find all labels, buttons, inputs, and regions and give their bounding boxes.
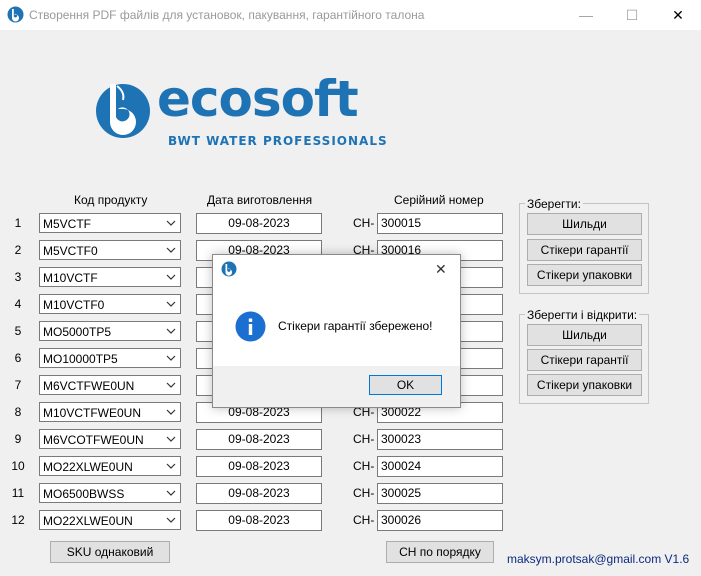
product-code-combobox[interactable]: MO6500BWSS bbox=[39, 483, 181, 503]
chevron-down-icon[interactable] bbox=[166, 380, 176, 390]
save-packaging-stickers-button[interactable]: Стікери упаковки bbox=[527, 264, 642, 286]
dialog-message: Стікери гарантії збережено! bbox=[278, 319, 433, 333]
row-number: 10 bbox=[11, 459, 25, 473]
sku-same-button[interactable]: SKU однаковий bbox=[50, 541, 170, 563]
chevron-down-icon[interactable] bbox=[166, 299, 176, 309]
author-version-label: maksym.protsak@gmail.com V1.6 bbox=[507, 552, 690, 566]
app-icon bbox=[7, 6, 24, 23]
product-code-value: M5VCTF0 bbox=[43, 244, 98, 258]
dialog-close-button[interactable]: ✕ bbox=[435, 261, 447, 278]
row-number: 9 bbox=[14, 432, 22, 446]
product-code-combobox[interactable]: MO10000TP5 bbox=[39, 348, 181, 368]
open-packaging-stickers-button[interactable]: Стікери упаковки bbox=[527, 374, 642, 396]
row-number: 7 bbox=[14, 378, 22, 392]
product-code-combobox[interactable]: M6VCTFWE0UN bbox=[39, 375, 181, 395]
product-code-combobox[interactable]: M10VCTF0 bbox=[39, 294, 181, 314]
product-code-combobox[interactable]: MO5000TP5 bbox=[39, 321, 181, 341]
product-code-value: MO10000TP5 bbox=[43, 352, 118, 366]
serial-number-field[interactable]: 300025 bbox=[377, 483, 503, 504]
serial-number-field[interactable]: 300026 bbox=[377, 510, 503, 531]
product-code-value: M10VCTFWE0UN bbox=[43, 406, 142, 420]
product-code-combobox[interactable]: M5VCTF bbox=[39, 213, 181, 233]
serial-number-field[interactable]: 300023 bbox=[377, 429, 503, 450]
save-group-title: Зберегти: bbox=[525, 197, 583, 211]
chevron-down-icon[interactable] bbox=[166, 353, 176, 363]
manufacture-date-field[interactable]: 09-08-2023 bbox=[196, 510, 322, 531]
serial-prefix-label: CH- bbox=[353, 216, 375, 230]
save-labels-button[interactable]: Шильди bbox=[527, 213, 642, 235]
product-code-value: M10VCTF0 bbox=[43, 298, 105, 312]
row-number: 3 bbox=[14, 270, 22, 284]
minimize-button[interactable]: — bbox=[563, 0, 609, 30]
product-code-value: M6VCOTFWE0UN bbox=[43, 433, 144, 447]
chevron-down-icon[interactable] bbox=[166, 515, 176, 525]
dialog-app-icon bbox=[221, 261, 237, 277]
chevron-down-icon[interactable] bbox=[166, 407, 176, 417]
product-code-value: MO5000TP5 bbox=[43, 325, 112, 339]
row-number: 2 bbox=[14, 243, 22, 257]
save-warranty-stickers-button[interactable]: Стікери гарантії bbox=[527, 239, 642, 261]
save-open-group-title: Зберегти і відкрити: bbox=[525, 308, 640, 322]
row-number: 1 bbox=[14, 216, 22, 230]
close-button[interactable]: ✕ bbox=[655, 0, 701, 30]
serial-prefix-label: CH- bbox=[353, 513, 375, 527]
row-number: 5 bbox=[14, 324, 22, 338]
open-labels-button[interactable]: Шильди bbox=[527, 324, 642, 346]
manufacture-date-header: Дата виготовлення bbox=[207, 193, 313, 207]
row-number: 11 bbox=[11, 486, 25, 500]
product-code-combobox[interactable]: MO22XLWE0UN bbox=[39, 510, 181, 530]
message-dialog: ✕ Стікери гарантії збережено! OK bbox=[212, 254, 461, 408]
product-code-combobox[interactable]: M5VCTF0 bbox=[39, 240, 181, 260]
ok-button[interactable]: OK bbox=[369, 375, 442, 395]
row-number: 4 bbox=[14, 297, 22, 311]
serial-prefix-label: CH- bbox=[353, 486, 375, 500]
product-code-value: MO6500BWSS bbox=[43, 487, 125, 501]
chevron-down-icon[interactable] bbox=[166, 461, 176, 471]
product-code-value: M5VCTF bbox=[43, 217, 91, 231]
manufacture-date-field[interactable]: 09-08-2023 bbox=[196, 213, 322, 234]
maximize-button[interactable]: ☐ bbox=[609, 0, 655, 30]
serial-number-field[interactable]: 300015 bbox=[377, 213, 503, 234]
manufacture-date-field[interactable]: 09-08-2023 bbox=[196, 429, 322, 450]
window-title: Створення PDF файлів для установок, паку… bbox=[29, 8, 425, 22]
product-code-combobox[interactable]: M10VCTF bbox=[39, 267, 181, 287]
serial-prefix-label: CH- bbox=[353, 459, 375, 473]
chevron-down-icon[interactable] bbox=[166, 326, 176, 336]
serial-prefix-label: CH- bbox=[353, 432, 375, 446]
dialog-footer: OK bbox=[213, 366, 460, 407]
chevron-down-icon[interactable] bbox=[166, 488, 176, 498]
manufacture-date-field[interactable]: 09-08-2023 bbox=[196, 456, 322, 477]
serial-number-header: Серійний номер bbox=[394, 193, 484, 207]
product-code-value: MO22XLWE0UN bbox=[43, 460, 133, 474]
row-number: 6 bbox=[14, 351, 22, 365]
product-code-value: M6VCTFWE0UN bbox=[43, 379, 135, 393]
serial-number-field[interactable]: 300024 bbox=[377, 456, 503, 477]
product-code-header: Код продукту bbox=[74, 193, 148, 207]
product-code-combobox[interactable]: MO22XLWE0UN bbox=[39, 456, 181, 476]
chevron-down-icon[interactable] bbox=[166, 218, 176, 228]
row-number: 12 bbox=[11, 513, 25, 527]
title-bar: Створення PDF файлів для установок, паку… bbox=[0, 0, 701, 30]
product-code-combobox[interactable]: M10VCTFWE0UN bbox=[39, 402, 181, 422]
ecosoft-logo: ecosoft BWT WATER PROFESSIONALS bbox=[95, 70, 405, 150]
chevron-down-icon[interactable] bbox=[166, 272, 176, 282]
ch-sequential-button[interactable]: CH по порядку bbox=[386, 541, 494, 563]
row-number: 8 bbox=[14, 405, 22, 419]
open-warranty-stickers-button[interactable]: Стікери гарантії bbox=[527, 349, 642, 371]
product-code-combobox[interactable]: M6VCOTFWE0UN bbox=[39, 429, 181, 449]
product-code-value: M10VCTF bbox=[43, 271, 98, 285]
manufacture-date-field[interactable]: 09-08-2023 bbox=[196, 483, 322, 504]
logo-brand: ecosoft bbox=[157, 70, 359, 128]
logo-tagline: BWT WATER PROFESSIONALS bbox=[168, 134, 388, 148]
chevron-down-icon[interactable] bbox=[166, 434, 176, 444]
info-icon bbox=[235, 311, 266, 342]
product-code-value: MO22XLWE0UN bbox=[43, 514, 133, 528]
chevron-down-icon[interactable] bbox=[166, 245, 176, 255]
